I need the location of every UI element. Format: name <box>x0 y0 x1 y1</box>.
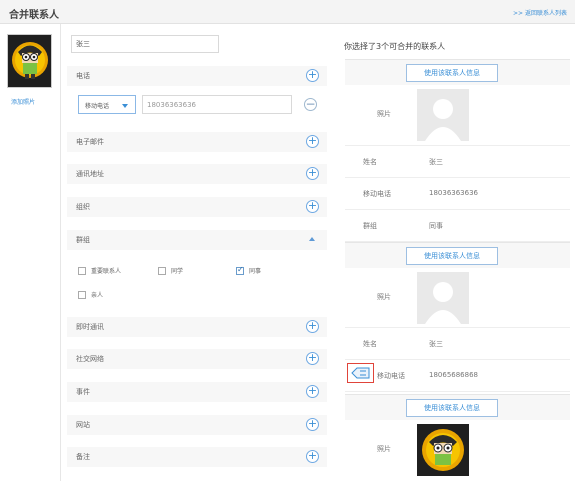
contact-name-row: 姓名 张三 <box>345 328 570 360</box>
default-avatar-icon <box>417 89 469 141</box>
back-to-contacts-link[interactable]: >> 返回联系人列表 <box>513 8 567 17</box>
group-section: 群组 <box>67 230 327 250</box>
checkbox[interactable] <box>158 266 166 275</box>
phone-key: 移动电话 <box>363 190 391 198</box>
add-im-plus-icon[interactable]: + <box>306 320 319 333</box>
im-section: 即时通讯 + <box>67 317 327 337</box>
event-section: 事件 + <box>67 382 327 402</box>
website-section: 网站 + <box>67 415 327 435</box>
photo-label: 照片 <box>377 110 391 118</box>
name-value: 张三 <box>429 158 443 166</box>
add-address-plus-icon[interactable]: + <box>306 167 319 180</box>
add-event-plus-icon[interactable]: + <box>306 385 319 398</box>
phone-number-input[interactable] <box>142 95 292 114</box>
group-checkbox-classmate[interactable]: 同学 <box>158 266 183 275</box>
contact-name-row: 姓名 张三 <box>345 146 570 178</box>
photo-label: 照片 <box>377 445 391 453</box>
page-header: 合并联系人 >> 返回联系人列表 <box>0 0 575 24</box>
checkbox[interactable] <box>78 266 86 275</box>
checkbox-checked[interactable] <box>236 265 244 275</box>
chevron-down-icon <box>122 104 128 108</box>
contact-photo-row: 照片 <box>345 268 570 328</box>
add-social-plus-icon[interactable]: + <box>306 352 319 365</box>
page-title: 合并联系人 <box>9 10 59 21</box>
address-section: 通讯地址 + <box>67 164 327 184</box>
remove-phone-minus-icon[interactable]: − <box>304 98 317 111</box>
add-photo-link[interactable]: 添加照片 <box>11 97 35 106</box>
add-website-plus-icon[interactable]: + <box>306 418 319 431</box>
name-value: 张三 <box>429 340 443 348</box>
group-option-label: 亲人 <box>91 292 104 299</box>
checkbox[interactable] <box>78 290 86 299</box>
default-avatar-icon <box>417 272 469 324</box>
use-contact-button[interactable]: 使用该联系人信息 <box>406 247 498 265</box>
address-label: 通讯地址 <box>76 170 104 178</box>
contact-phone-row: 移动电话 18036363636 <box>345 178 570 210</box>
event-label: 事件 <box>76 388 90 396</box>
contact-card-header: 使用该联系人信息 <box>345 394 570 420</box>
group-key: 群组 <box>363 222 377 230</box>
contact-card-header: 使用该联系人信息 <box>345 242 570 268</box>
social-section: 社交网络 + <box>67 349 327 369</box>
website-label: 网站 <box>76 421 90 429</box>
note-label: 备注 <box>76 453 90 461</box>
contact-avatar[interactable] <box>7 34 52 88</box>
social-label: 社交网络 <box>76 355 104 363</box>
candidates-heading: 你选择了3个可合并的联系人 <box>344 42 446 51</box>
merge-form: 电话 + 移动电话 − 电子邮件 + 通讯地址 + 组织 + 群组 重要联系人 … <box>61 24 331 481</box>
email-section: 电子邮件 + <box>67 132 327 152</box>
phone-type-value: 移动电话 <box>85 103 110 110</box>
avatar-column: 添加照片 <box>0 24 61 481</box>
group-label: 群组 <box>76 236 90 244</box>
merge-candidates-panel: 你选择了3个可合并的联系人 使用该联系人信息 照片 姓名 张三 移动电话 180… <box>331 24 575 481</box>
im-label: 即时通讯 <box>76 323 104 331</box>
organization-section: 组织 + <box>67 197 327 217</box>
group-value: 同事 <box>429 222 443 230</box>
contact-photo <box>417 424 469 476</box>
email-label: 电子邮件 <box>76 138 104 146</box>
contact-group-row: 群组 同事 <box>345 210 570 242</box>
contact-photo-row: 照片 <box>345 85 570 146</box>
name-input[interactable] <box>71 35 219 53</box>
photo-label: 照片 <box>377 293 391 301</box>
phone-label: 电话 <box>76 72 90 80</box>
group-option-label: 重要联系人 <box>91 268 122 275</box>
name-key: 姓名 <box>363 158 377 166</box>
organization-label: 组织 <box>76 203 90 211</box>
group-checkbox-family[interactable]: 亲人 <box>78 290 103 299</box>
group-option-label: 同事 <box>249 268 262 275</box>
note-section: 备注 + <box>67 447 327 467</box>
contact-card-header: 使用该联系人信息 <box>345 59 570 85</box>
phone-value: 18065686868 <box>429 371 478 379</box>
phone-key: 移动电话 <box>377 372 405 380</box>
phone-type-select[interactable]: 移动电话 <box>78 95 136 114</box>
contact-photo-row: 照片 <box>345 420 570 481</box>
add-note-plus-icon[interactable]: + <box>306 450 319 463</box>
use-contact-button[interactable]: 使用该联系人信息 <box>406 399 498 417</box>
add-organization-plus-icon[interactable]: + <box>306 200 319 213</box>
add-phone-plus-icon[interactable]: + <box>306 69 319 82</box>
phone-section: 电话 + <box>67 66 327 86</box>
add-email-plus-icon[interactable]: + <box>306 135 319 148</box>
collapse-group-caret-up-icon[interactable] <box>309 237 315 241</box>
group-checkbox-colleague[interactable]: 同事 <box>236 265 262 275</box>
name-key: 姓名 <box>363 340 377 348</box>
group-option-label: 同学 <box>171 268 184 275</box>
use-contact-button[interactable]: 使用该联系人信息 <box>406 64 498 82</box>
contact-phone-row: 移动电话 18065686868 <box>345 360 570 392</box>
phone-value: 18036363636 <box>429 189 478 197</box>
group-checkbox-important[interactable]: 重要联系人 <box>78 266 121 275</box>
tag-icon[interactable] <box>347 363 374 383</box>
